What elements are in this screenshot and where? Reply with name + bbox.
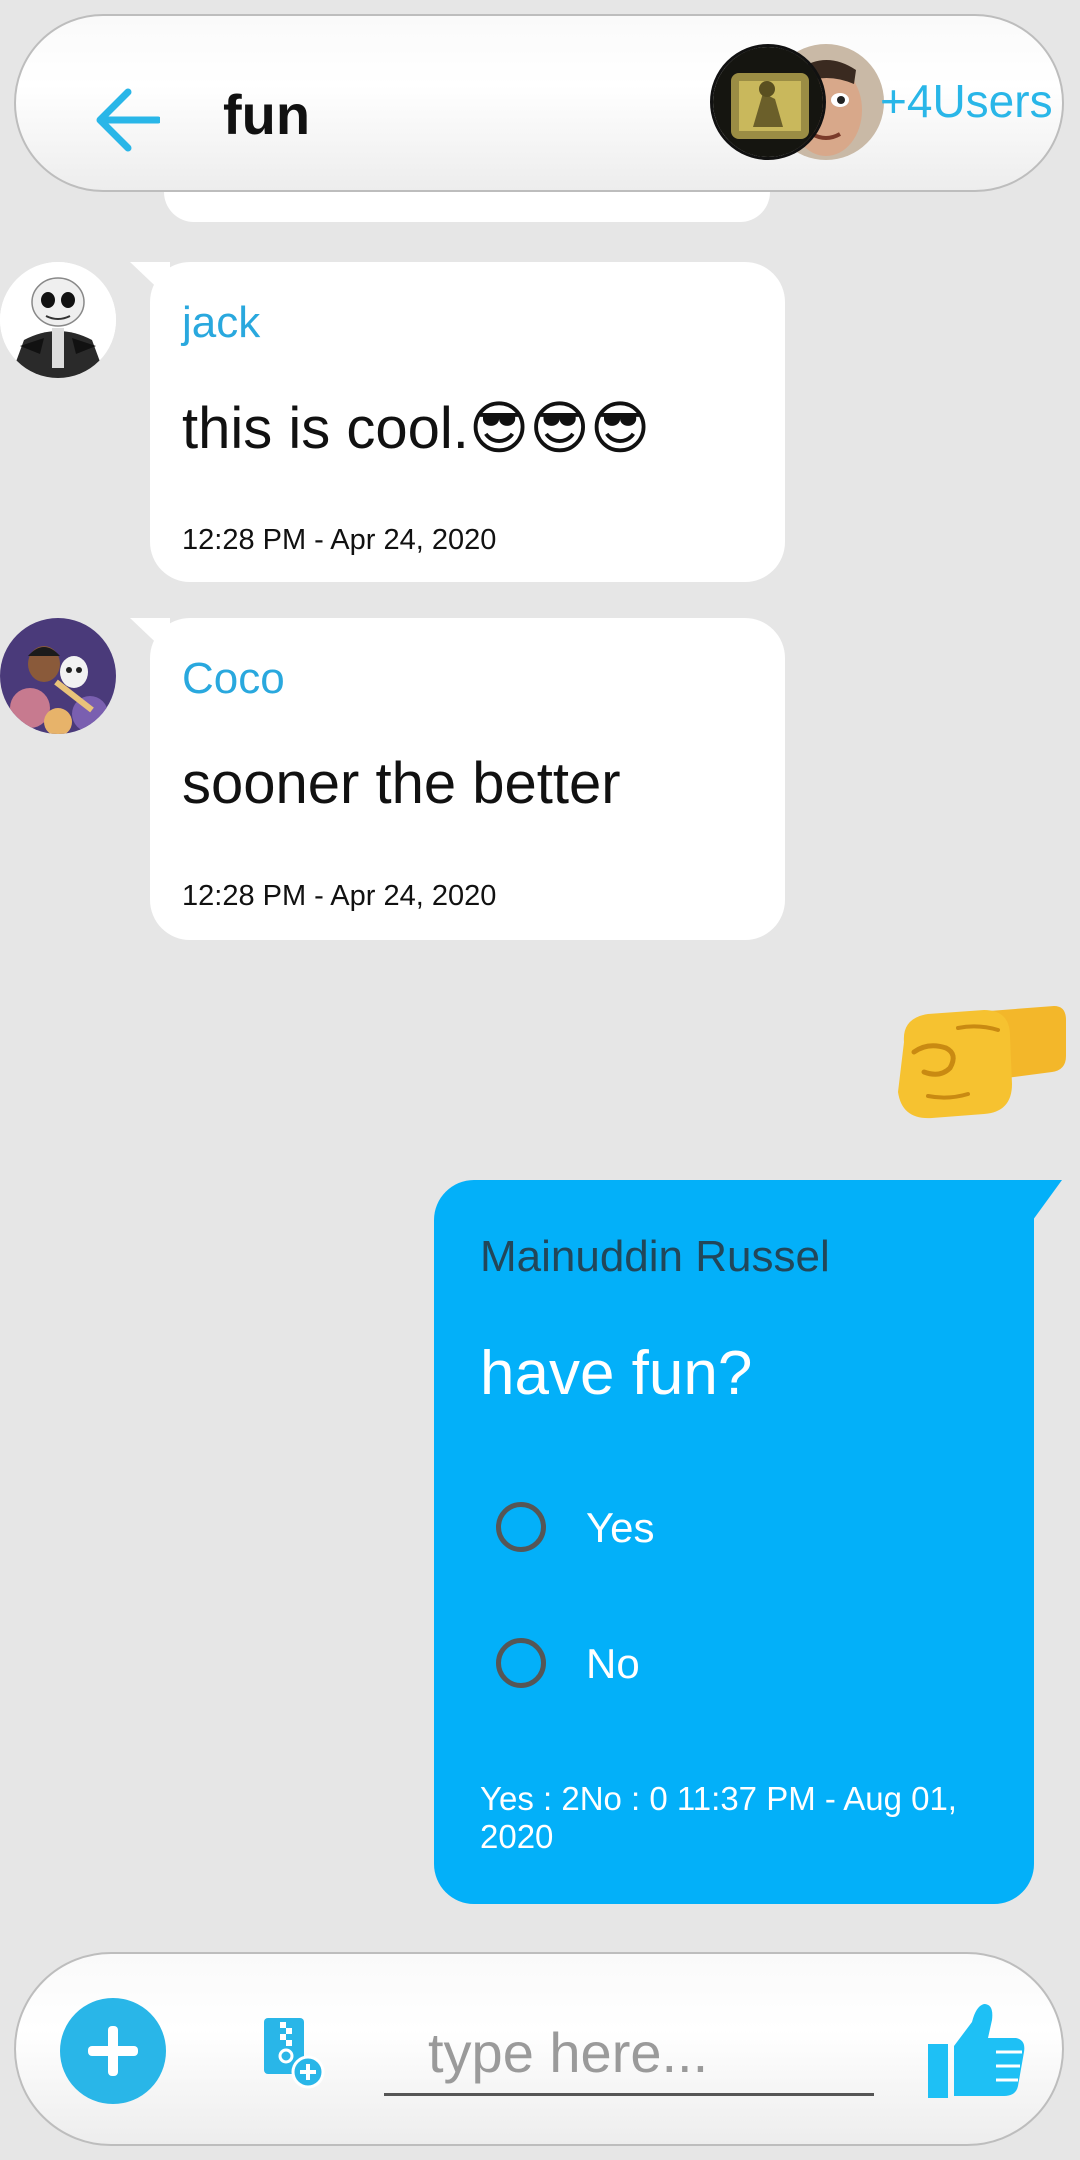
skeleton-avatar (0, 262, 116, 378)
composer-bar (14, 1952, 1064, 2146)
incoming-message-bubble[interactable]: jack this is cool.😎😎😎 12:28 PM - Apr 24,… (130, 262, 785, 582)
attach-file-button[interactable] (260, 2016, 326, 2090)
avatar[interactable] (0, 618, 116, 734)
message-sender: jack (182, 298, 261, 347)
message-sender: Coco (182, 654, 285, 703)
radio-button[interactable] (496, 1502, 546, 1552)
zip-file-add-icon (264, 2018, 325, 2089)
message-timestamp: 12:28 PM - Apr 24, 2020 (182, 880, 497, 912)
coco-avatar (0, 618, 116, 734)
fist-bump-emoji[interactable] (888, 998, 1068, 1126)
chat-header: fun +4Users (14, 14, 1064, 192)
thumbs-up-icon (928, 2004, 1025, 2098)
message-text: sooner the better (182, 751, 621, 816)
like-button[interactable] (926, 2000, 1026, 2100)
poll-option-label: Yes (586, 1504, 655, 1551)
message-timestamp: 12:28 PM - Apr 24, 2020 (182, 524, 497, 556)
poll-option-label: No (586, 1640, 640, 1687)
previous-message-edge (164, 192, 770, 222)
add-button[interactable] (60, 1998, 166, 2104)
incoming-message-bubble[interactable]: Coco sooner the better 12:28 PM - Apr 24… (130, 618, 785, 940)
member-avatars[interactable] (692, 44, 884, 170)
poll-sender: Mainuddin Russel (480, 1232, 830, 1281)
poll-question: have fun? (480, 1339, 753, 1408)
outgoing-poll-bubble[interactable]: Mainuddin Russel have fun? Yes No Yes : … (434, 1180, 1062, 1904)
back-button[interactable] (78, 74, 162, 164)
message-text: this is cool.😎😎😎 (182, 396, 651, 461)
radio-button[interactable] (496, 1638, 546, 1688)
arrow-left-icon (96, 88, 162, 152)
poll-results-timestamp: Yes : 2No : 0 11:37 PM - Aug 01, 2020 (480, 1780, 957, 1855)
member-avatar (710, 44, 826, 160)
member-count-label[interactable]: +4Users (880, 74, 1053, 128)
avatar[interactable] (0, 262, 116, 378)
chat-title[interactable]: fun (223, 82, 310, 147)
message-input[interactable] (384, 2012, 874, 2096)
